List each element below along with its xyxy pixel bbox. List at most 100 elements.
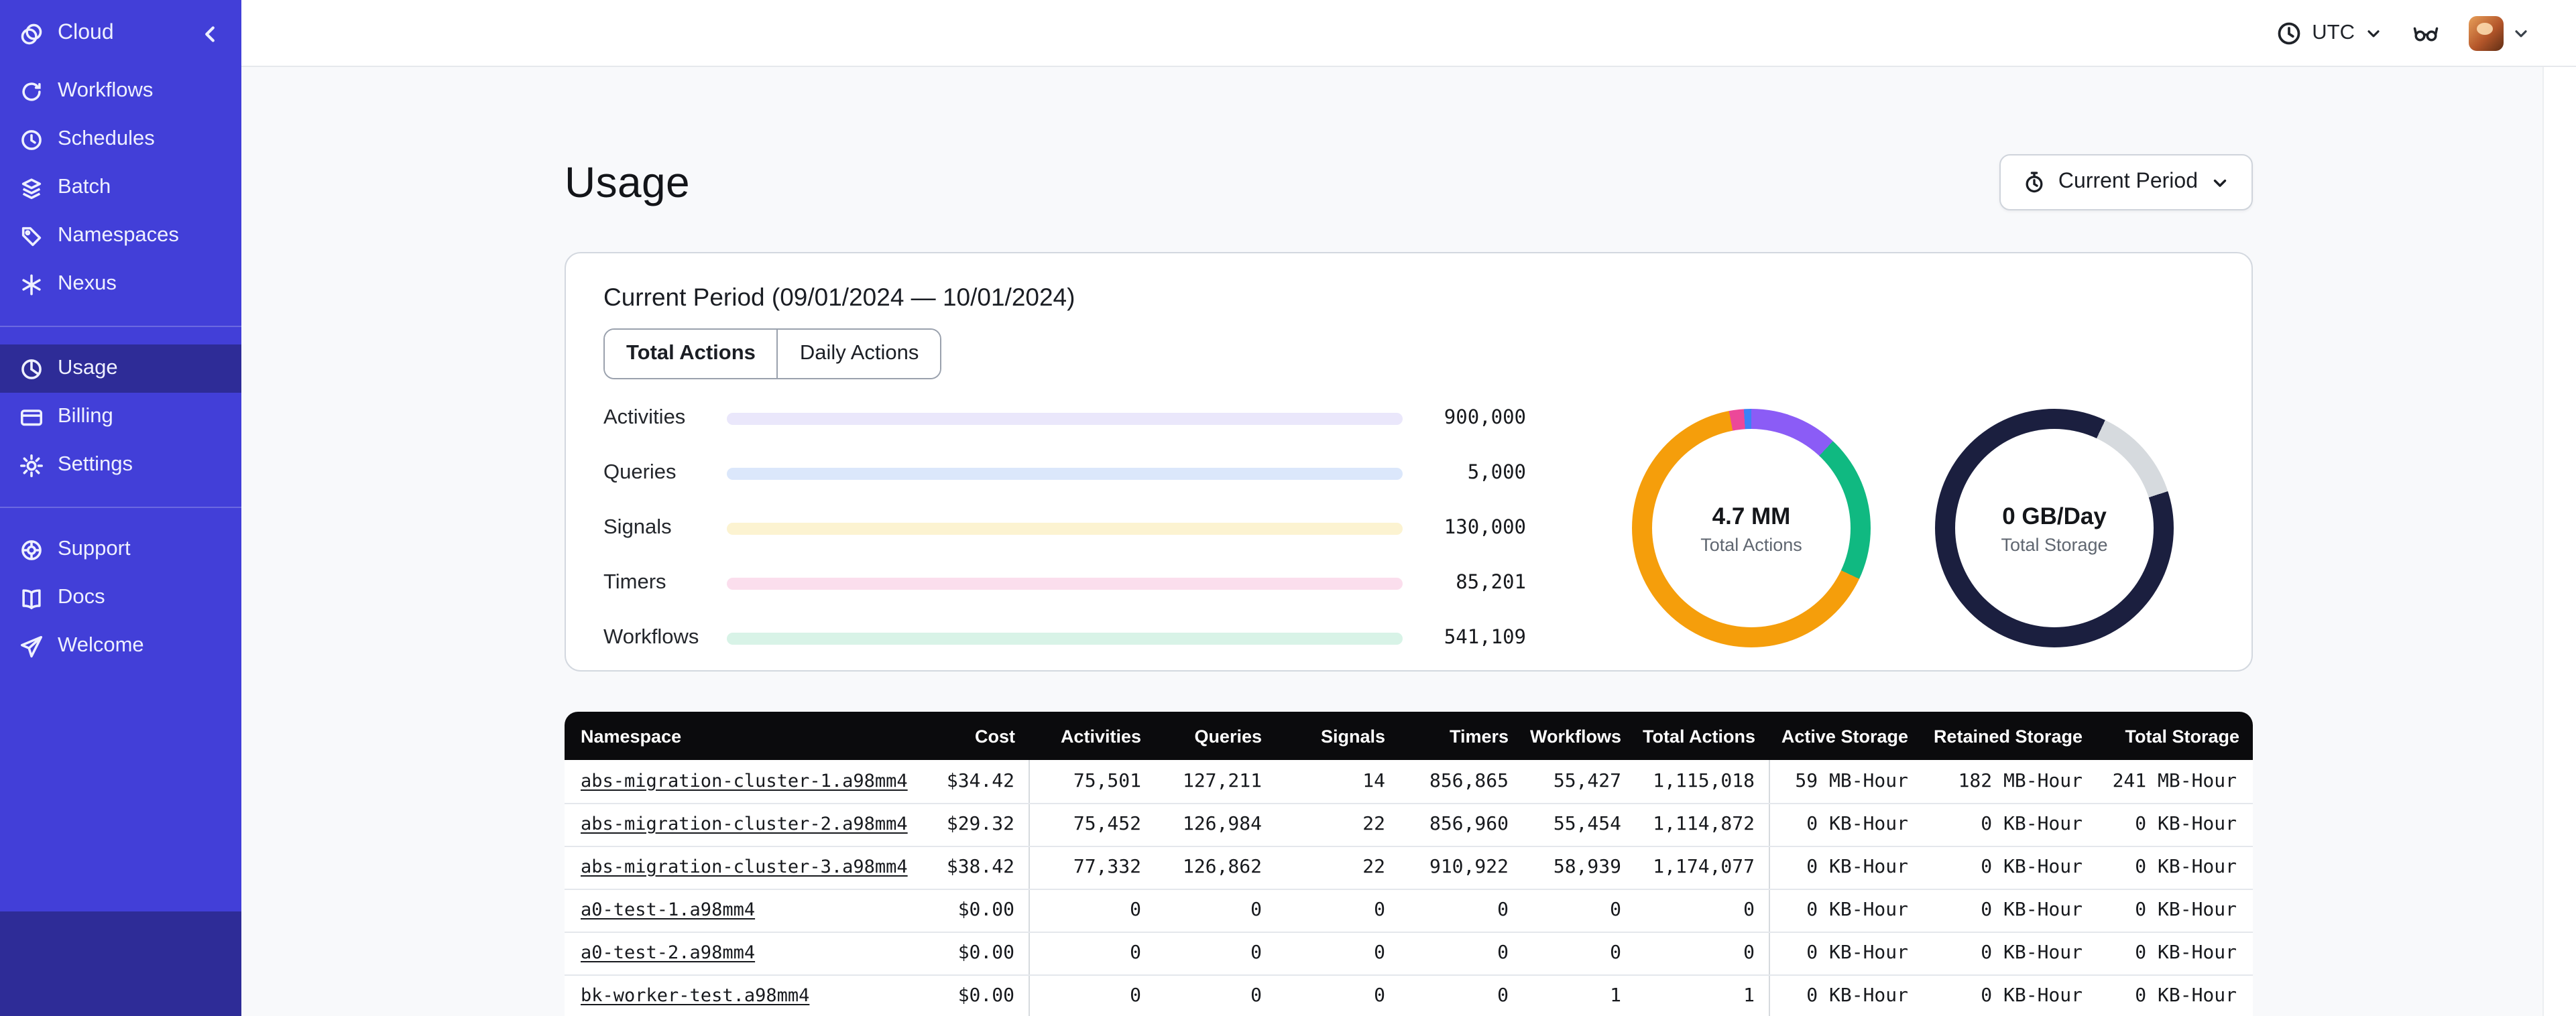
sidebar-item-docs[interactable]: Docs (0, 574, 241, 622)
cell-queries: 0 (1155, 889, 1275, 932)
sidebar-footer (0, 911, 241, 1016)
cell-cost: $0.00 (924, 974, 1029, 1016)
table-row: abs-migration-cluster-3.a98mm4 $38.42 77… (565, 846, 2253, 889)
glasses-icon[interactable] (2412, 19, 2439, 46)
namespace-link[interactable]: abs-migration-cluster-2.a98mm4 (581, 814, 908, 835)
cell-active-storage: 59 MB-Hour (1768, 760, 1922, 804)
topbar: UTC (241, 0, 2576, 67)
col-workflows: Workflows (1522, 712, 1635, 760)
sidebar-item-label: Billing (58, 405, 113, 428)
cell-signals: 14 (1275, 760, 1399, 804)
cell-namespace: a0-test-1.a98mm4 (565, 889, 924, 932)
cell-timers: 0 (1399, 932, 1522, 975)
cell-total-actions: 1 (1635, 974, 1769, 1016)
cell-cost: $29.32 (924, 803, 1029, 846)
cell-activities: 75,452 (1028, 803, 1155, 846)
cell-total-storage: 0 KB-Hour (2096, 889, 2253, 932)
stopwatch-icon (2022, 170, 2046, 194)
sidebar-item-settings[interactable]: Settings (0, 441, 241, 489)
col-namespace: Namespace (565, 712, 924, 760)
cell-cost: $38.42 (924, 846, 1029, 889)
table-row: a0-test-2.a98mm4 $0.00 0 0 0 0 0 0 0 KB-… (565, 932, 2253, 975)
usage-gauge-icon (19, 356, 44, 381)
sidebar-item-batch[interactable]: Batch (0, 164, 241, 212)
sidebar-item-nexus[interactable]: Nexus (0, 260, 241, 308)
paper-plane-icon (19, 633, 44, 659)
donut-label: Total Actions (1700, 534, 1802, 554)
col-timers: Timers (1399, 712, 1522, 760)
asterisk-icon (19, 271, 44, 297)
cell-retained-storage: 0 KB-Hour (1922, 974, 2096, 1016)
cell-workflows: 55,427 (1522, 760, 1635, 804)
table-row: abs-migration-cluster-2.a98mm4 $29.32 75… (565, 803, 2253, 846)
bar-track (727, 412, 1403, 424)
cell-namespace: bk-worker-test.a98mm4 (565, 974, 924, 1016)
bar-row-workflows: Workflows 541,109 (603, 626, 1526, 650)
total-storage-donut: 0 GB/Day Total Storage (1935, 409, 2174, 647)
chevron-down-icon (2210, 172, 2230, 192)
cell-queries: 0 (1155, 974, 1275, 1016)
namespace-link[interactable]: a0-test-2.a98mm4 (581, 942, 755, 964)
period-selector-button[interactable]: Current Period (1999, 154, 2253, 210)
cell-signals: 0 (1275, 932, 1399, 975)
timezone-selector[interactable]: UTC (2276, 19, 2383, 46)
cell-activities: 0 (1028, 974, 1155, 1016)
sidebar-item-workflows[interactable]: Workflows (0, 67, 241, 115)
table-header-row: Namespace Cost Activities Queries Signal… (565, 712, 2253, 760)
sidebar-item-support[interactable]: Support (0, 525, 241, 574)
collapse-sidebar-icon[interactable] (197, 21, 223, 46)
cell-retained-storage: 0 KB-Hour (1922, 846, 2096, 889)
sidebar-item-label: Welcome (58, 634, 144, 657)
sidebar-item-welcome[interactable]: Welcome (0, 622, 241, 670)
sidebar-item-namespaces[interactable]: Namespaces (0, 212, 241, 260)
sidebar-divider (0, 507, 241, 508)
cell-timers: 856,960 (1399, 803, 1522, 846)
cell-signals: 0 (1275, 889, 1399, 932)
cell-total-storage: 0 KB-Hour (2096, 803, 2253, 846)
sidebar-item-label: Usage (58, 357, 118, 379)
timezone-label: UTC (2312, 21, 2355, 44)
credit-card-icon (19, 404, 44, 430)
bar-value: 5,000 (1467, 462, 1526, 484)
bar-row-activities: Activities 900,000 (603, 406, 1526, 430)
cell-queries: 0 (1155, 932, 1275, 975)
usage-summary-card: Current Period (09/01/2024 — 10/01/2024)… (565, 252, 2253, 672)
sidebar-item-label: Batch (58, 176, 111, 198)
col-active-storage: Active Storage (1769, 712, 1922, 760)
temporal-logo-icon (19, 21, 44, 46)
cell-namespace: abs-migration-cluster-1.a98mm4 (565, 760, 924, 804)
sidebar-item-schedules[interactable]: Schedules (0, 115, 241, 164)
sidebar-item-usage[interactable]: Usage (0, 344, 241, 393)
sidebar-item-label: Settings (58, 453, 133, 476)
cell-total-actions: 1,115,018 (1635, 760, 1769, 804)
namespace-link[interactable]: abs-migration-cluster-3.a98mm4 (581, 856, 908, 878)
bar-track (727, 632, 1403, 644)
namespace-usage-table: Namespace Cost Activities Queries Signal… (565, 712, 2253, 1016)
scrollbar[interactable] (2542, 67, 2576, 1016)
cell-activities: 75,501 (1028, 760, 1155, 804)
clock-icon (19, 127, 44, 152)
gear-icon (19, 452, 44, 478)
bar-value: 130,000 (1444, 517, 1526, 539)
col-total-actions: Total Actions (1635, 712, 1769, 760)
sidebar-item-label: Namespaces (58, 224, 179, 247)
tab-daily-actions[interactable]: Daily Actions (776, 330, 941, 378)
cell-total-storage: 0 KB-Hour (2096, 846, 2253, 889)
bar-row-signals: Signals 130,000 (603, 516, 1526, 540)
user-menu[interactable] (2469, 15, 2530, 50)
sidebar-item-billing[interactable]: Billing (0, 393, 241, 441)
sidebar-item-label: Nexus (58, 272, 117, 295)
tag-icon (19, 223, 44, 249)
namespace-link[interactable]: a0-test-1.a98mm4 (581, 899, 755, 921)
cell-namespace: abs-migration-cluster-3.a98mm4 (565, 846, 924, 889)
namespace-link[interactable]: abs-migration-cluster-1.a98mm4 (581, 771, 908, 792)
sidebar-divider (0, 326, 241, 327)
namespace-link[interactable]: bk-worker-test.a98mm4 (581, 985, 809, 1007)
workflows-icon (19, 78, 44, 104)
tab-total-actions[interactable]: Total Actions (605, 330, 777, 378)
bar-track (727, 467, 1403, 479)
main-content: Usage Current Period Current Period (09/… (241, 67, 2576, 1016)
sidebar-item-label: Workflows (58, 79, 154, 102)
bar-row-timers: Timers 85,201 (603, 571, 1526, 595)
table-row: a0-test-1.a98mm4 $0.00 0 0 0 0 0 0 0 KB-… (565, 889, 2253, 932)
